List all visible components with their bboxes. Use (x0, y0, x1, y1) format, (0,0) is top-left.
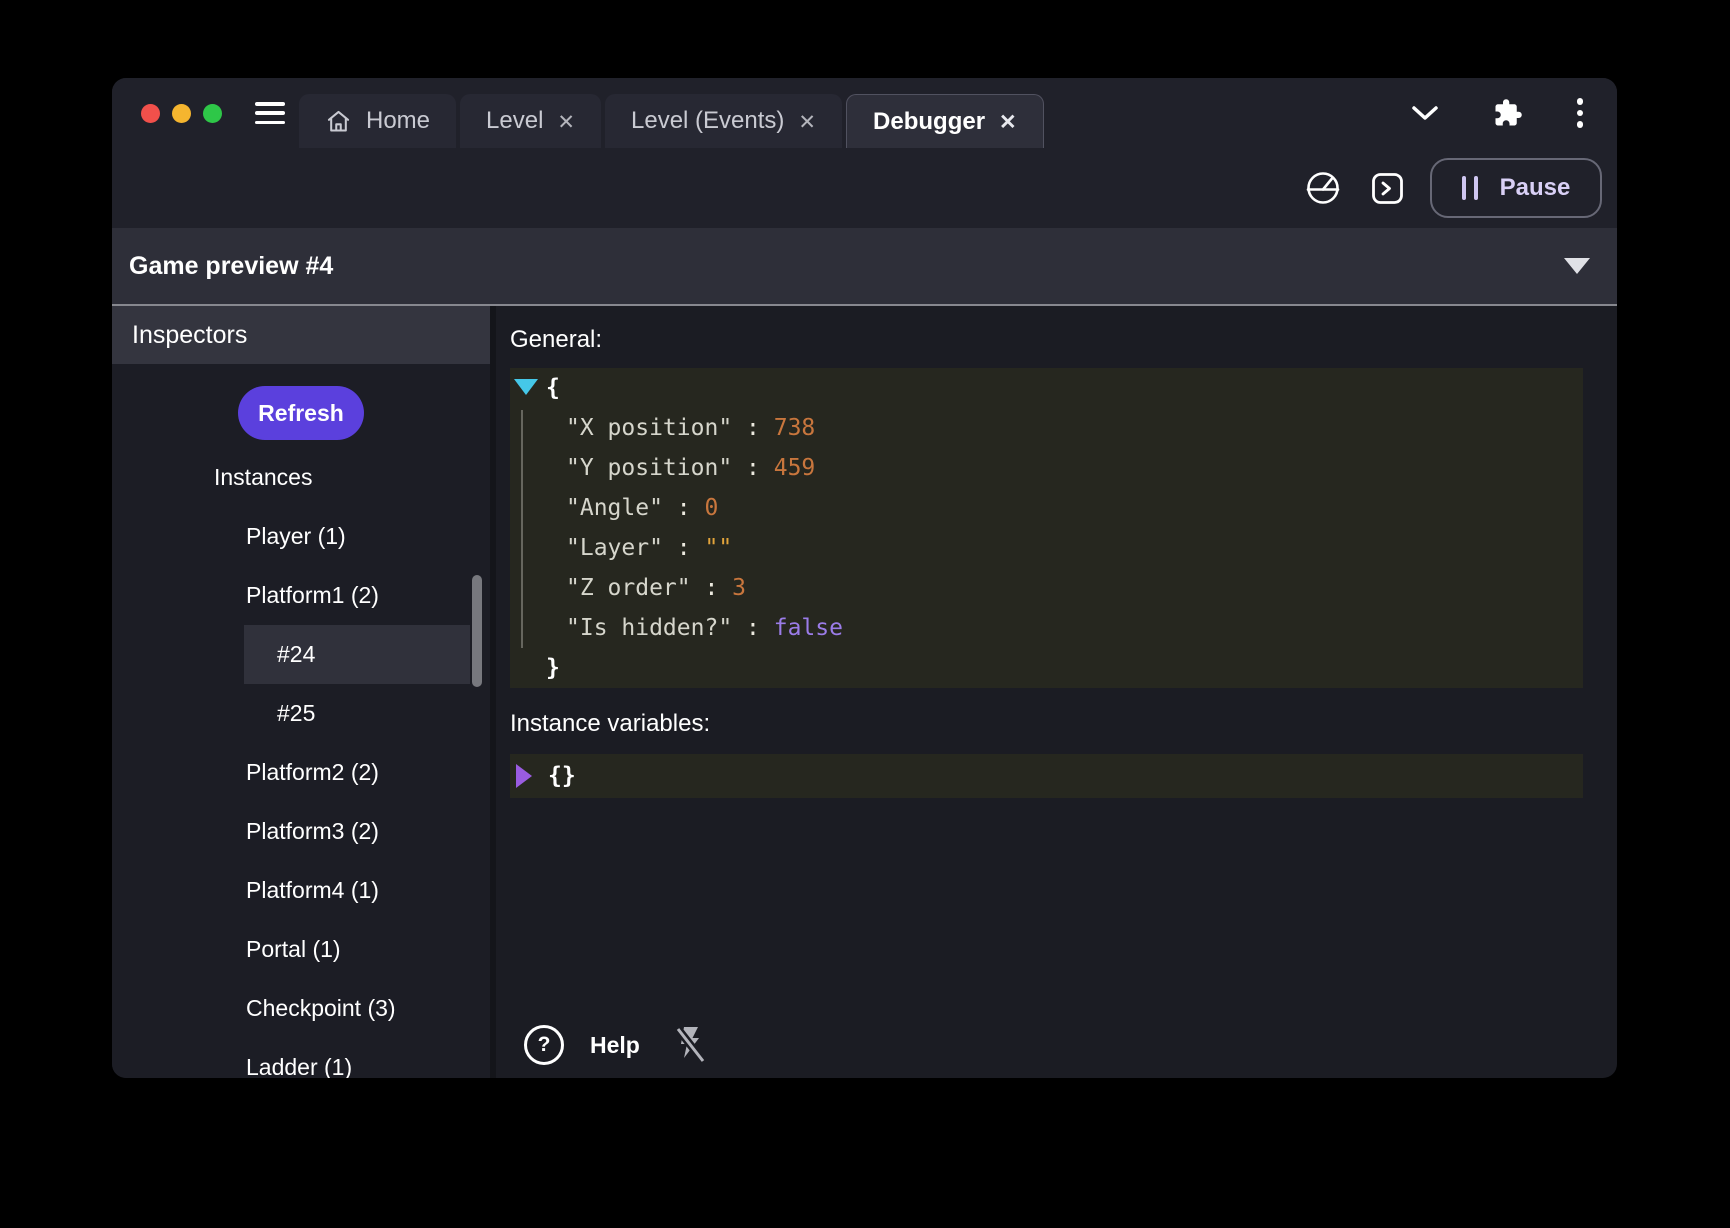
general-json-view: { "X position" : 738 "Y position" : 459 … (510, 368, 1583, 688)
help-row: ? Help (524, 1024, 708, 1066)
tab-label: Home (366, 107, 430, 135)
tree-item-instance-25[interactable]: #25 (112, 684, 490, 743)
pause-button-label: Pause (1500, 174, 1571, 202)
close-window-button[interactable] (141, 104, 160, 123)
tree-item-portal[interactable]: Portal (1) (112, 920, 490, 979)
debugger-content: Inspectors Refresh Instances Player (1) … (112, 306, 1617, 1078)
close-tab-icon[interactable]: ✕ (999, 110, 1017, 133)
instances-tree: Instances Player (1) Platform1 (2) #24 #… (112, 448, 490, 1078)
tab-home[interactable]: Home (299, 94, 456, 148)
tree-item-instance-24[interactable]: #24 (112, 625, 490, 684)
tree-item-instances[interactable]: Instances (112, 448, 490, 507)
sidebar-scrollbar[interactable] (472, 575, 482, 687)
console-icon[interactable] (1371, 172, 1404, 205)
help-icon[interactable]: ? (524, 1025, 564, 1065)
extensions-puzzle-icon[interactable] (1493, 98, 1523, 128)
flash-off-icon[interactable] (672, 1024, 708, 1066)
game-preview-selector[interactable]: Game preview #4 (112, 228, 1617, 306)
instance-variables-json-view: {} (510, 754, 1583, 798)
inspectors-sidebar: Inspectors Refresh Instances Player (1) … (112, 306, 490, 1078)
json-row-layer: "Layer" : "" (510, 528, 1583, 568)
tab-label: Debugger (873, 108, 985, 136)
help-button[interactable]: Help (590, 1032, 640, 1059)
json-row-z-order: "Z order" : 3 (510, 568, 1583, 608)
json-row-x-position: "X position" : 738 (510, 408, 1583, 448)
collapse-expander-icon[interactable] (514, 379, 538, 395)
pause-button[interactable]: Pause (1430, 158, 1602, 218)
tree-item-checkpoint[interactable]: Checkpoint (3) (112, 979, 490, 1038)
more-options-icon[interactable] (1575, 98, 1585, 128)
tab-level[interactable]: Level ✕ (460, 94, 601, 148)
tab-level-events[interactable]: Level (Events) ✕ (605, 94, 842, 148)
json-row-y-position: "Y position" : 459 (510, 448, 1583, 488)
instance-variables-label: Instance variables: (510, 706, 1583, 742)
tab-strip: Home Level ✕ Level (Events) ✕ Debugger ✕ (299, 94, 1044, 148)
profiler-gauge-icon[interactable] (1305, 170, 1341, 206)
json-row-is-hidden: "Is hidden?" : false (510, 608, 1583, 648)
json-row-angle: "Angle" : 0 (510, 488, 1583, 528)
tree-item-platform2[interactable]: Platform2 (2) (112, 743, 490, 802)
expand-expander-icon[interactable] (516, 764, 532, 788)
tab-bar: Home Level ✕ Level (Events) ✕ Debugger ✕ (112, 78, 1617, 148)
screen-background: Home Level ✕ Level (Events) ✕ Debugger ✕ (0, 0, 1730, 1228)
tree-item-platform1[interactable]: Platform1 (2) (112, 566, 490, 625)
hamburger-menu-icon[interactable] (255, 102, 285, 124)
tree-item-ladder[interactable]: Ladder (1) (112, 1038, 490, 1078)
instance-inspector-panel: General: { "X position" : 738 "Y positio… (496, 306, 1617, 1078)
tree-item-player[interactable]: Player (1) (112, 507, 490, 566)
debugger-toolbar: Pause (112, 148, 1617, 228)
app-window: Home Level ✕ Level (Events) ✕ Debugger ✕ (112, 78, 1617, 1078)
inspectors-header: Inspectors (112, 306, 490, 364)
general-section-label: General: (510, 322, 1583, 358)
home-icon (325, 108, 352, 135)
minimize-window-button[interactable] (172, 104, 191, 123)
inspectors-tree-scroll: Refresh Instances Player (1) Platform1 (… (112, 364, 490, 1078)
tree-item-platform3[interactable]: Platform3 (2) (112, 802, 490, 861)
tab-label: Level (486, 107, 543, 135)
tree-item-platform4[interactable]: Platform4 (1) (112, 861, 490, 920)
refresh-button[interactable]: Refresh (238, 386, 364, 440)
close-tab-icon[interactable]: ✕ (557, 110, 575, 133)
maximize-window-button[interactable] (203, 104, 222, 123)
dropdown-arrow-icon[interactable] (1564, 258, 1590, 274)
indent-guide (521, 410, 523, 648)
json-open-brace: { (510, 368, 1583, 408)
traffic-lights (141, 104, 222, 123)
json-close-brace: } (510, 648, 1583, 688)
tab-label: Level (Events) (631, 107, 784, 135)
variables-collapsed-value: {} (548, 763, 576, 789)
close-tab-icon[interactable]: ✕ (798, 110, 816, 133)
chevron-down-icon[interactable] (1411, 104, 1439, 122)
tab-debugger[interactable]: Debugger ✕ (846, 94, 1044, 148)
pause-icon (1462, 176, 1478, 200)
game-preview-title: Game preview #4 (129, 252, 1564, 281)
